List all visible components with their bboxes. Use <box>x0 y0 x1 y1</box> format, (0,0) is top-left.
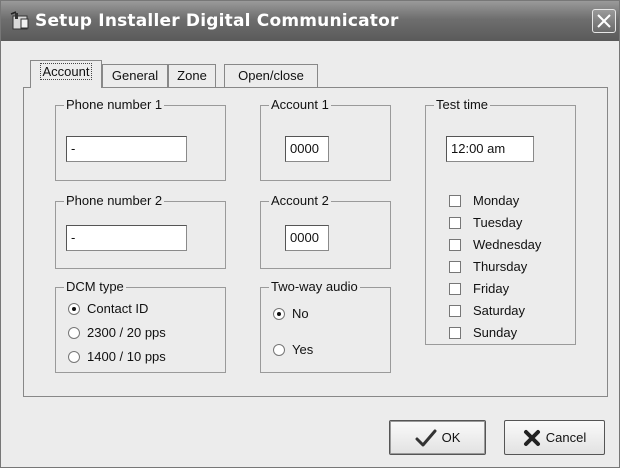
account-2-label: Account 2 <box>269 193 331 209</box>
day-wednesday-checkbox[interactable]: Wednesday <box>449 237 541 252</box>
audio-no-radio[interactable]: No <box>273 306 309 321</box>
tab-general[interactable]: General <box>102 64 168 88</box>
phone-number-2-input[interactable]: - <box>66 225 187 251</box>
tab-open-close[interactable]: Open/close <box>224 64 318 88</box>
day-saturday-checkbox[interactable]: Saturday <box>449 303 525 318</box>
close-icon <box>597 14 611 28</box>
checkbox-icon <box>449 282 461 295</box>
checkmark-icon <box>415 429 437 446</box>
close-button[interactable] <box>592 9 616 33</box>
phone-number-2-label: Phone number 2 <box>64 193 165 209</box>
phone-number-2-group: Phone number 2 - <box>55 193 226 269</box>
phone-number-1-group: Phone number 1 - <box>55 97 226 181</box>
tab-zone[interactable]: Zone <box>168 64 216 88</box>
dcm-2300-radio[interactable]: 2300 / 20 pps <box>68 325 166 340</box>
checkbox-icon <box>449 304 461 317</box>
x-cross-icon <box>523 429 540 446</box>
phone-number-1-input[interactable]: - <box>66 136 187 162</box>
day-monday-checkbox[interactable]: Monday <box>449 193 519 208</box>
dialog-window: Setup Installer Digital Communicator Acc… <box>0 0 620 468</box>
ok-button[interactable]: OK <box>389 420 486 455</box>
title-bar[interactable]: Setup Installer Digital Communicator <box>1 1 619 41</box>
setup-app-icon <box>10 11 29 30</box>
day-thursday-checkbox[interactable]: Thursday <box>449 259 527 274</box>
dcm-1400-radio[interactable]: 1400 / 10 pps <box>68 349 166 364</box>
dcm-contact-id-radio[interactable]: Contact ID <box>68 301 148 316</box>
two-way-audio-label: Two-way audio <box>269 279 360 295</box>
radio-icon <box>68 350 80 363</box>
test-time-input[interactable]: 12:00 am <box>446 136 534 162</box>
radio-selected-icon <box>273 307 285 320</box>
dcm-type-label: DCM type <box>64 279 126 295</box>
account-2-input[interactable]: 0000 <box>285 225 329 251</box>
radio-selected-icon <box>68 302 80 315</box>
day-sunday-checkbox[interactable]: Sunday <box>449 325 517 340</box>
day-friday-checkbox[interactable]: Friday <box>449 281 509 296</box>
day-tuesday-checkbox[interactable]: Tuesday <box>449 215 522 230</box>
audio-yes-radio[interactable]: Yes <box>273 342 313 357</box>
cancel-button[interactable]: Cancel <box>504 420 605 455</box>
phone-number-1-label: Phone number 1 <box>64 97 165 113</box>
account-tab-panel: Phone number 1 - Phone number 2 - DCM ty… <box>23 87 608 397</box>
window-title: Setup Installer Digital Communicator <box>35 11 399 31</box>
checkbox-icon <box>449 194 461 207</box>
account-1-group: Account 1 0000 <box>260 97 391 181</box>
test-time-group: Test time 12:00 am Monday Tuesday Wednes… <box>425 97 576 345</box>
test-time-label: Test time <box>434 97 491 113</box>
account-1-label: Account 1 <box>269 97 331 113</box>
checkbox-icon <box>449 216 461 229</box>
account-1-input[interactable]: 0000 <box>285 136 329 162</box>
two-way-audio-group: Two-way audio No Yes <box>260 279 391 373</box>
tab-account[interactable]: Account <box>30 60 102 88</box>
radio-icon <box>68 326 80 339</box>
checkbox-icon <box>449 326 461 339</box>
checkbox-icon <box>449 260 461 273</box>
radio-icon <box>273 343 285 356</box>
dcm-type-group: DCM type Contact ID 2300 / 20 pps 1400 /… <box>55 279 226 373</box>
checkbox-icon <box>449 238 461 251</box>
account-2-group: Account 2 0000 <box>260 193 391 269</box>
